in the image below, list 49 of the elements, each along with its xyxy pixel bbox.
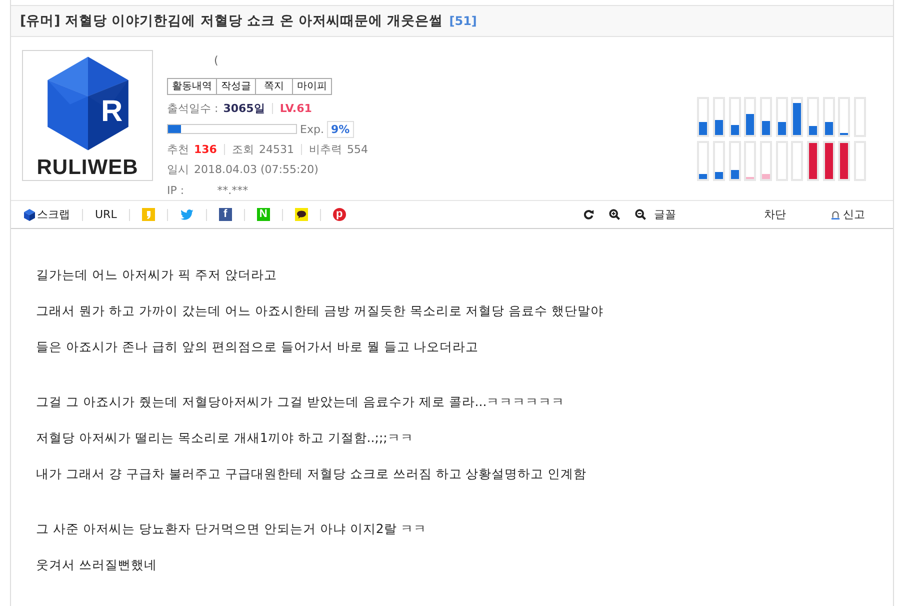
profile-menu-button[interactable]: 작성글 — [216, 78, 256, 96]
refresh-icon[interactable] — [583, 209, 594, 220]
share-button[interactable]: f — [218, 208, 232, 221]
logo-letter: R — [101, 97, 123, 127]
block-button[interactable]: 차단 — [764, 207, 786, 222]
stat-value: 136 — [194, 143, 217, 156]
share-button[interactable]: p — [332, 208, 346, 221]
meter-track — [854, 97, 866, 137]
logo-wordmark: RULIWEB — [36, 157, 138, 178]
exp-label: Exp. — [300, 122, 324, 136]
profile-menu-button[interactable]: 마이피 — [292, 78, 332, 96]
meter-track — [791, 141, 804, 181]
level-label: LV.61 — [280, 102, 312, 116]
profile-menu-button[interactable]: 활동내역 — [167, 78, 217, 96]
stat-label: 추천 — [167, 142, 189, 158]
post-text-line: 웃겨서 쓰러질뻔했네 — [36, 556, 158, 574]
font-button[interactable]: 글꼴 — [654, 207, 676, 222]
attendance-label: 출석일수 : — [167, 101, 218, 116]
siren-icon — [831, 210, 840, 220]
profile-menu-button[interactable]: 쪽지 — [255, 78, 293, 96]
post-text-line: 들은 아죠시가 존나 급히 앞의 편의점으로 들어가서 바로 뭘 들고 나오더라고 — [36, 338, 480, 356]
zoom-out-icon[interactable] — [635, 209, 646, 220]
post-title: [유머] 저혈당 이야기한김에 저혈당 쇼크 온 아저씨때문에 개웃은썰 — [20, 12, 444, 30]
zoom-in-icon[interactable] — [609, 209, 620, 220]
url-link[interactable]: URL — [95, 208, 117, 221]
ip-label: IP : — [167, 184, 184, 197]
meter-track — [854, 141, 866, 181]
stat-label: 조회 — [232, 142, 254, 158]
cube-icon — [24, 208, 35, 220]
scrap-button[interactable]: 스크랩 — [24, 207, 70, 222]
date-label: 일시 — [167, 162, 189, 178]
date-value: 2018.04.03 (07:55:20) — [194, 163, 318, 176]
exp-percent: 9% — [326, 120, 354, 138]
post-text-line: 내가 그래서 걍 구급차 불러주고 구급대원한테 저혈당 쇼크로 쓰러짐 하고 상황설명하고 인계함 — [36, 465, 588, 483]
ip-value: **.*** — [217, 184, 248, 197]
post-text-line: 그걸 그 아죠시가 줬는데 저혈당아저씨가 그걸 받았는데 음료수가 제로 콜라...ㅋㅋㅋㅋㅋㅋ — [36, 393, 566, 411]
post-text-line: 저혈당 아저씨가 떨리는 목소리로 개새1끼야 하고 기절함..;;;ㅋㅋ — [36, 429, 414, 447]
report-button[interactable]: 신고 — [831, 207, 865, 222]
speech-bubble-icon[interactable] — [294, 208, 308, 221]
stat-label: 비추력 — [308, 142, 342, 158]
meter-track — [776, 141, 788, 181]
stat-value: 554 — [346, 143, 368, 156]
post-text-line: 그 사준 아저씨는 당뇨환자 단거먹으면 안되는거 아냐 이지2랄 ㅋㅋ — [36, 520, 428, 538]
post-text-line: 길가는데 어느 아저씨가 픽 주저 앉더라고 — [36, 266, 278, 284]
stat-value: 24531 — [258, 143, 294, 156]
nickname-text: ( — [214, 54, 218, 68]
post-text-line: 그래서 뭔가 하고 가까이 갔는데 어느 아죠시한테 금방 꺼질듯한 목소리로 저혈당 음료수 했단말야 — [36, 302, 605, 320]
bird-icon[interactable] — [180, 208, 194, 220]
attendance-value: 3065일 — [223, 101, 265, 116]
